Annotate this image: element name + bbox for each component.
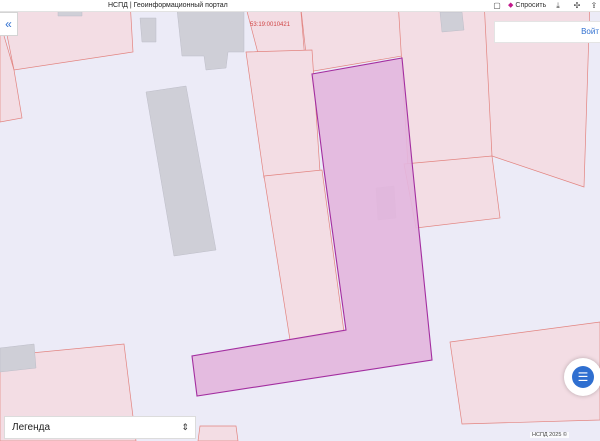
copyright-label: НСПД 2025 ©: [530, 432, 569, 438]
ask-button[interactable]: ◆ Спросить: [508, 0, 546, 11]
share-icon[interactable]: ⇪: [589, 0, 599, 11]
legend-panel[interactable]: Легенда ⇕: [4, 416, 196, 439]
double-chevron-left-icon: «: [5, 17, 12, 31]
parcel: [245, 49, 321, 179]
parcel: [403, 155, 501, 229]
collapse-panel-button[interactable]: «: [0, 12, 18, 36]
building: [0, 343, 37, 373]
building: [145, 85, 217, 257]
building: [57, 12, 83, 17]
bookmark-icon[interactable]: ▢: [492, 0, 502, 11]
browser-toolbar: НСПД | Геоинформационный портал ▢ ◆ Спрос…: [0, 0, 600, 12]
login-button[interactable]: Войт: [494, 21, 600, 43]
login-label: Войт: [581, 27, 599, 36]
parcel-code-label: 53:19:0010421: [250, 22, 291, 28]
building: [139, 17, 157, 43]
building: [439, 12, 465, 33]
building: [177, 12, 245, 71]
download-icon[interactable]: ⤓: [553, 0, 563, 11]
chat-icon: ☰: [572, 366, 594, 388]
legend-label: Легенда: [12, 422, 51, 433]
chat-button[interactable]: ☰: [564, 358, 600, 396]
parcel: [197, 425, 239, 441]
parcel: [398, 12, 493, 167]
ask-icon: ◆: [508, 2, 514, 9]
ask-button-label: Спросить: [515, 2, 547, 9]
extensions-icon[interactable]: ✣: [572, 0, 582, 11]
parcel: [2, 12, 134, 71]
chevron-updown-icon[interactable]: ⇕: [181, 417, 189, 438]
tab-title: НСПД | Геоинформационный портал: [108, 2, 228, 9]
map-canvas[interactable]: [0, 12, 600, 441]
